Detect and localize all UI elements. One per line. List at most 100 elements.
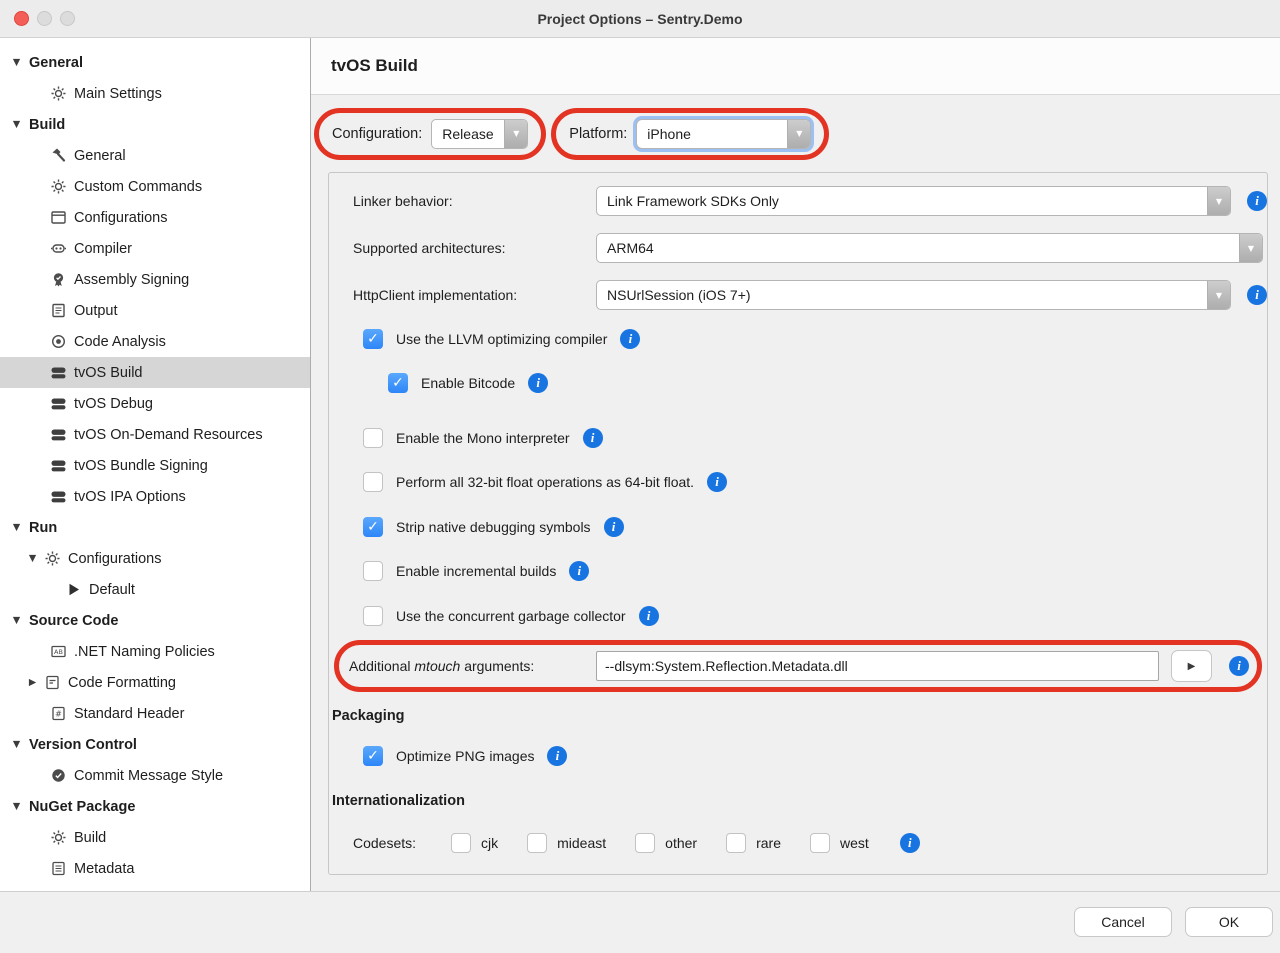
sidebar-item-label: Code Formatting xyxy=(68,675,176,691)
checkbox-label: Enable Bitcode xyxy=(421,375,515,391)
sidebar-item-metadata[interactable]: Metadata xyxy=(0,853,310,884)
gear-icon xyxy=(44,550,61,567)
optimize-png-row: ✓ Optimize PNG images i xyxy=(363,744,1267,768)
optimize-png-checkbox[interactable]: ✓ xyxy=(363,746,383,766)
use-the-llvm-optimizing-compiler-checkbox[interactable]: ✓ xyxy=(363,329,383,349)
info-icon[interactable]: i xyxy=(583,428,603,448)
linker-behavior-dropdown[interactable]: Link Framework SDKs Only▼ xyxy=(596,186,1231,216)
info-icon[interactable]: i xyxy=(1229,656,1249,676)
sidebar-item-custom-commands[interactable]: Custom Commands xyxy=(0,171,310,202)
sidebar-item-compiler[interactable]: Compiler xyxy=(0,233,310,264)
sidebar-item-assembly-signing[interactable]: Assembly Signing xyxy=(0,264,310,295)
sidebar-item-tvos-debug[interactable]: tvOS Debug xyxy=(0,388,310,419)
codeset-other: other xyxy=(635,833,697,853)
play-icon xyxy=(65,581,82,598)
sidebar-item-general[interactable]: General xyxy=(0,140,310,171)
info-icon[interactable]: i xyxy=(528,373,548,393)
perform-all-32-bit-float-operations-as-64-bit-float-checkbox[interactable] xyxy=(363,472,383,492)
enable-incremental-builds-checkbox[interactable] xyxy=(363,561,383,581)
enable-the-mono-interpreter-checkbox[interactable] xyxy=(363,428,383,448)
sidebar-item-build[interactable]: ▼Build xyxy=(0,109,310,140)
mtouch-arguments-input[interactable] xyxy=(596,651,1159,681)
codeset-cjk-checkbox[interactable] xyxy=(451,833,471,853)
enable-bitcode-checkbox[interactable]: ✓ xyxy=(388,373,408,393)
annotation-circle-mtouch-arguments: Additional mtouch arguments: ▶ i xyxy=(334,640,1262,692)
disclosure-down-icon[interactable]: ▼ xyxy=(10,615,23,626)
codeset-rare-checkbox[interactable] xyxy=(726,833,746,853)
info-icon[interactable]: i xyxy=(620,329,640,349)
use-the-llvm-optimizing-compiler-row: ✓Use the LLVM optimizing compileri xyxy=(363,327,1267,351)
sidebar-item-output[interactable]: Output xyxy=(0,295,310,326)
field-label: Supported architectures: xyxy=(353,240,596,256)
strip-native-debugging-symbols-checkbox[interactable]: ✓ xyxy=(363,517,383,537)
disclosure-down-icon[interactable]: ▼ xyxy=(10,119,23,130)
httpclient-implementation-row: HttpClient implementation:NSUrlSession (… xyxy=(329,280,1267,310)
sidebar-item-nuget-package[interactable]: ▼NuGet Package xyxy=(0,791,310,822)
sidebar-item-main-settings[interactable]: Main Settings xyxy=(0,78,310,109)
sidebar-item-default[interactable]: Default xyxy=(0,574,310,605)
sidebar-item-build[interactable]: Build xyxy=(0,822,310,853)
minimize-window-button[interactable] xyxy=(37,11,52,26)
chevron-down-icon: ▼ xyxy=(504,120,527,148)
disclosure-right-icon[interactable]: ▶ xyxy=(26,677,39,688)
sidebar-item-label: tvOS Build xyxy=(74,365,143,381)
zoom-window-button[interactable] xyxy=(60,11,75,26)
sidebar-item-label: Custom Commands xyxy=(74,179,202,195)
mtouch-expand-button[interactable]: ▶ xyxy=(1171,650,1212,682)
info-icon[interactable]: i xyxy=(569,561,589,581)
sidebar-item-source-code[interactable]: ▼Source Code xyxy=(0,605,310,636)
info-icon[interactable]: i xyxy=(1247,191,1267,211)
chevron-down-icon: ▼ xyxy=(787,120,810,148)
sidebar-item-label: Code Analysis xyxy=(74,334,166,350)
gear-icon xyxy=(50,178,67,195)
disclosure-down-icon[interactable]: ▼ xyxy=(26,553,39,564)
cancel-button[interactable]: Cancel xyxy=(1074,907,1172,937)
tv-stack-icon xyxy=(50,488,67,505)
sidebar-item-code-formatting[interactable]: ▶ Code Formatting xyxy=(0,667,310,698)
use-the-concurrent-garbage-collector-row: Use the concurrent garbage collectori xyxy=(363,604,1267,628)
disclosure-down-icon[interactable]: ▼ xyxy=(10,522,23,533)
sidebar-item-run[interactable]: ▼ Run xyxy=(0,512,310,543)
httpclient-implementation-dropdown[interactable]: NSUrlSession (iOS 7+)▼ xyxy=(596,280,1231,310)
configuration-dropdown[interactable]: Release ▼ xyxy=(431,119,528,149)
codeset-label: other xyxy=(665,835,697,851)
sidebar-item-tvos-build[interactable]: tvOS Build xyxy=(0,357,310,388)
info-icon[interactable]: i xyxy=(639,606,659,626)
sidebar-item-code-analysis[interactable]: Code Analysis xyxy=(0,326,310,357)
disclosure-down-icon[interactable]: ▼ xyxy=(10,801,23,812)
sidebar-item-configurations[interactable]: Configurations xyxy=(0,202,310,233)
gear-icon xyxy=(50,829,67,846)
check-icon: ✓ xyxy=(367,331,379,347)
sidebar-item-configurations[interactable]: ▼Configurations xyxy=(0,543,310,574)
disclosure-down-icon[interactable]: ▼ xyxy=(10,57,23,68)
codeset-label: west xyxy=(840,835,869,851)
info-icon[interactable]: i xyxy=(707,472,727,492)
info-icon[interactable]: i xyxy=(604,517,624,537)
hammer-icon xyxy=(50,147,67,164)
codeset-west-checkbox[interactable] xyxy=(810,833,830,853)
codeset-other-checkbox[interactable] xyxy=(635,833,655,853)
page-header: tvOS Build xyxy=(311,38,1280,95)
sidebar-item-standard-header[interactable]: #Standard Header xyxy=(0,698,310,729)
platform-dropdown[interactable]: iPhone ▼ xyxy=(636,119,811,149)
enable-incremental-builds-row: Enable incremental buildsi xyxy=(363,559,1267,583)
use-the-concurrent-garbage-collector-checkbox[interactable] xyxy=(363,606,383,626)
supported-architectures-dropdown[interactable]: ARM64▼ xyxy=(596,233,1263,263)
ok-button[interactable]: OK xyxy=(1185,907,1273,937)
sidebar-item-label: Run xyxy=(29,520,57,536)
sidebar-item-tvos-ipa-options[interactable]: tvOS IPA Options xyxy=(0,481,310,512)
info-icon[interactable]: i xyxy=(900,833,920,853)
sidebar-item-tvos-bundle-signing[interactable]: tvOS Bundle Signing xyxy=(0,450,310,481)
sidebar-item-tvos-on-demand-resources[interactable]: tvOS On-Demand Resources xyxy=(0,419,310,450)
sidebar-item-commit-message-style[interactable]: Commit Message Style xyxy=(0,760,310,791)
close-window-button[interactable] xyxy=(14,11,29,26)
disclosure-down-icon[interactable]: ▼ xyxy=(10,739,23,750)
sidebar-item-general[interactable]: ▼General xyxy=(0,47,310,78)
codeset-label: rare xyxy=(756,835,781,851)
info-icon[interactable]: i xyxy=(547,746,567,766)
titlebar: Project Options – Sentry.Demo xyxy=(0,0,1280,38)
sidebar-item-version-control[interactable]: ▼Version Control xyxy=(0,729,310,760)
info-icon[interactable]: i xyxy=(1247,285,1267,305)
codeset-mideast-checkbox[interactable] xyxy=(527,833,547,853)
sidebar-item-net-naming-policies[interactable]: AB.NET Naming Policies xyxy=(0,636,310,667)
